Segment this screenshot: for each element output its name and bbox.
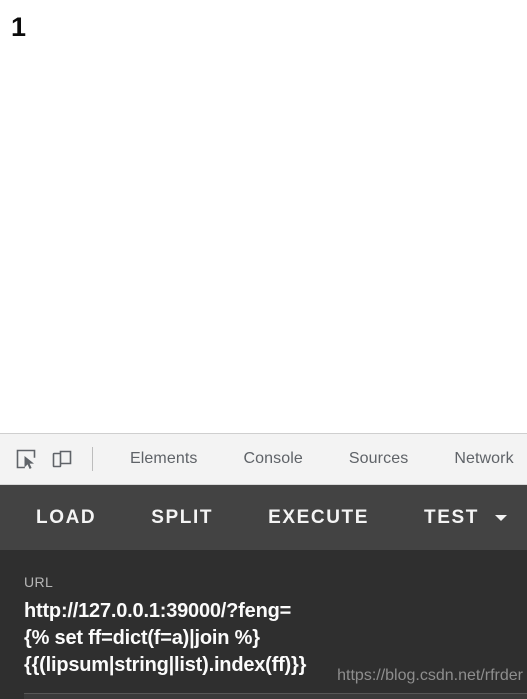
inspect-element-button[interactable] [8,441,44,477]
toggle-device-toolbar-button[interactable] [44,441,80,477]
tab-network[interactable]: Network [431,434,527,484]
page-viewport: 1 [0,0,527,433]
url-panel: URL http://127.0.0.1:39000/?feng= {% set… [0,550,527,699]
chevron-down-icon [495,514,507,521]
tab-sources[interactable]: Sources [326,434,431,484]
split-button[interactable]: SPLIT [151,501,213,535]
tab-console[interactable]: Console [221,434,326,484]
load-button[interactable]: LOAD [36,501,96,535]
action-toolbar: LOAD SPLIT EXECUTE TEST [0,485,527,550]
toolbar-divider [92,447,93,471]
url-field-label: URL [24,574,54,590]
url-input[interactable]: http://127.0.0.1:39000/?feng= {% set ff=… [24,598,509,679]
execute-button[interactable]: EXECUTE [268,501,369,535]
devtools-tab-list: Elements Console Sources Network [107,434,527,484]
tab-elements[interactable]: Elements [107,434,221,484]
page-title: 1 [11,12,26,42]
inspect-element-cursor-icon [15,448,37,470]
devtools-toolbar: Elements Console Sources Network [0,433,527,485]
toggle-device-toolbar-icon [51,448,73,470]
test-button[interactable]: TEST [424,501,479,535]
toolbar-overflow-button[interactable] [490,507,512,529]
browser-window: 1 Elements Console Sources Network LOAD … [0,0,527,699]
input-underline [24,693,527,699]
